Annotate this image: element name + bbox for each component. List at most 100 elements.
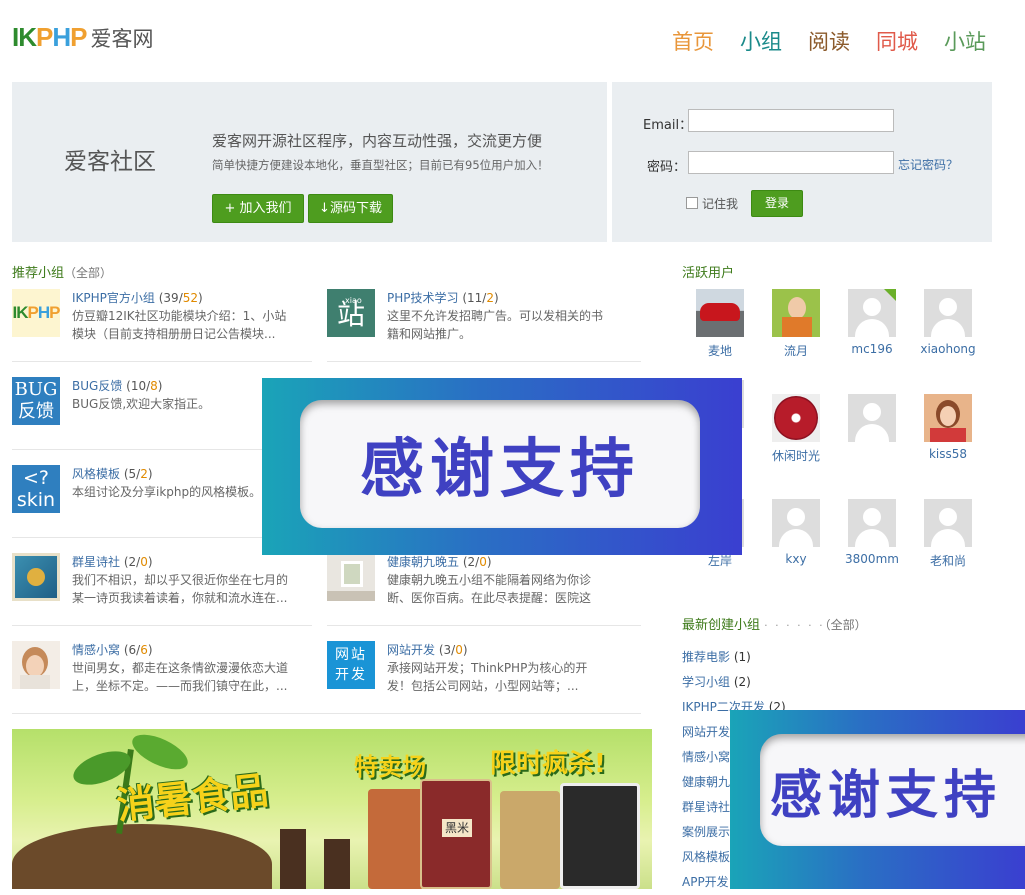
group-name[interactable]: BUG反馈 <box>72 379 122 393</box>
user-name[interactable]: 老和尚 <box>910 552 986 569</box>
group-name[interactable]: 群星诗社 <box>72 555 120 569</box>
group-title: 群星诗社 (2/0) <box>72 555 153 569</box>
user-name[interactable]: 麦地 <box>682 342 758 359</box>
user-name[interactable]: 3800mm <box>834 552 910 566</box>
user-card[interactable]: 休闲时光 <box>758 394 834 464</box>
nav-home[interactable]: 首页 <box>672 26 714 56</box>
group-title: 情感小窝 (6/6) <box>72 643 153 657</box>
thanks-overlay-partial[interactable]: 感谢支持 <box>730 710 1025 889</box>
nav-site[interactable]: 小站 <box>944 26 986 56</box>
download-button[interactable]: ↓源码下载 <box>308 194 393 223</box>
logo-text: 爱客网 <box>90 27 154 51</box>
group-new-count: 0 <box>140 555 148 569</box>
group-card[interactable]: 网站 开发 网站开发 (3/0) 承接网站开发；ThinkPHP为核心的开发！包括… <box>327 641 643 729</box>
login-button[interactable]: 登录 <box>751 190 803 217</box>
group-count: 2 <box>467 555 476 569</box>
thanks-overlay[interactable]: 感谢支持 <box>262 378 742 555</box>
user-card[interactable]: 麦地 <box>682 289 758 359</box>
promo-banner[interactable]: 消暑食品 特卖场 限时疯杀! 黑米 <box>12 729 652 889</box>
group-description: 世间男女，都走在这条情欲漫漫依恋大道上，坐标不定。——而我们镇守在此，... <box>72 661 289 693</box>
group-count: 39 <box>163 291 179 305</box>
logo-letter: P <box>70 22 87 52</box>
default-avatar <box>848 289 896 337</box>
list-item[interactable]: 学习小组 (2) <box>682 670 786 695</box>
group-link[interactable]: 风格模板 <box>682 850 730 864</box>
group-name[interactable]: 风格模板 <box>72 467 120 481</box>
password-field[interactable] <box>688 151 894 174</box>
list-item[interactable]: 推荐电影 (1) <box>682 645 786 670</box>
remember-checkbox[interactable] <box>686 197 698 209</box>
group-new-count: 0 <box>479 555 487 569</box>
group-count: 10 <box>130 379 147 393</box>
user-card[interactable]: kiss58 <box>910 394 986 461</box>
group-title: 风格模板 (5/2) <box>72 467 153 481</box>
group-name[interactable]: 网站开发 <box>387 643 435 657</box>
group-count: 2 <box>128 555 137 569</box>
group-link[interactable]: 学习小组 <box>682 675 730 689</box>
group-link[interactable]: 推荐电影 <box>682 650 730 664</box>
group-card[interactable]: IKPHP IKPHP官方小组 (39/52) 仿豆瓣12IK社区功能模块介绍：… <box>12 289 328 377</box>
logo-letter: H <box>52 22 71 52</box>
user-card[interactable]: mc196 <box>834 289 910 356</box>
user-card[interactable]: 流月 <box>758 289 834 359</box>
group-link[interactable]: 情感小窝 <box>682 750 730 764</box>
nav-groups[interactable]: 小组 <box>740 26 782 56</box>
email-label: Email： <box>643 118 693 133</box>
group-name[interactable]: IKPHP官方小组 <box>72 291 155 305</box>
nav-reading[interactable]: 阅读 <box>808 26 850 56</box>
user-card[interactable]: 老和尚 <box>910 499 986 569</box>
group-count: (2) <box>733 675 751 689</box>
group-link[interactable]: 健康朝九 <box>682 775 730 789</box>
nav-city[interactable]: 同城 <box>876 26 918 56</box>
user-name[interactable]: kxy <box>758 552 834 566</box>
group-link[interactable]: 网站开发 <box>682 725 730 739</box>
group-new-count: 52 <box>182 291 199 305</box>
group-link[interactable]: APP开发 <box>682 875 729 889</box>
join-button[interactable]: + 加入我们 <box>212 194 304 223</box>
food-bag <box>560 783 640 889</box>
web-dev-icon: 网站 开发 <box>327 641 375 689</box>
hero-description: 简单快捷方便建设本地化，垂直型社区；目前已有95位用户加入！ <box>212 158 549 172</box>
group-card[interactable]: 群星诗社 (2/0) 我们不相识，却以乎又很近你坐在七月的某一诗页我读着读着，你… <box>12 553 328 641</box>
new-groups-all-link[interactable]: （全部） <box>825 618 867 632</box>
group-new-count: 6 <box>140 643 148 657</box>
girl-avatar <box>924 394 972 442</box>
user-card[interactable] <box>834 394 910 447</box>
group-title: PHP技术学习 (11/2) <box>387 291 499 305</box>
group-card[interactable]: 健康朝九晚五 (2/0) 健康朝九晚五小组不能隔着网络为你诊断、医你百病。在此尽… <box>327 553 643 641</box>
group-card[interactable]: 情感小窝 (6/6) 世间男女，都走在这条情欲漫漫依恋大道上，坐标不定。——而我… <box>12 641 328 729</box>
site-logo[interactable]: IKPHP 爱客网 <box>12 22 153 53</box>
group-card[interactable]: 站 xiao PHP技术学习 (11/2) 这里不允许发招聘广告。可以发相关的书籍… <box>327 289 643 377</box>
group-name[interactable]: PHP技术学习 <box>387 291 459 305</box>
divider <box>327 361 641 362</box>
new-groups-label: 最新创建小组 <box>682 618 761 633</box>
divider <box>12 361 312 362</box>
group-link[interactable]: 群星诗社 <box>682 800 730 814</box>
user-name[interactable]: 休闲时光 <box>758 447 834 464</box>
poetry-book-icon <box>12 553 60 601</box>
group-name[interactable]: 情感小窝 <box>72 643 120 657</box>
group-title: BUG反馈 (10/8) <box>72 379 163 393</box>
user-name[interactable]: mc196 <box>834 342 910 356</box>
default-avatar <box>772 499 820 547</box>
user-name[interactable]: 流月 <box>758 342 834 359</box>
user-name[interactable]: xiaohong <box>910 342 986 356</box>
group-link[interactable]: 案例展示 <box>682 825 730 839</box>
forgot-password-link[interactable]: 忘记密码？ <box>898 156 958 173</box>
user-name[interactable]: kiss58 <box>910 447 986 461</box>
thanks-text-partial: 感谢支持 <box>760 734 1025 846</box>
groups-section-title: 推荐小组（全部） <box>12 262 112 281</box>
banner-post <box>280 829 306 889</box>
user-card[interactable]: xiaohong <box>910 289 986 356</box>
groups-all-link[interactable]: （全部） <box>64 266 112 280</box>
user-card[interactable]: 3800mm <box>834 499 910 566</box>
user-card[interactable]: kxy <box>758 499 834 566</box>
new-groups-title: 最新创建小组 · · · · · ·（全部） <box>682 614 867 633</box>
group-title: IKPHP官方小组 (39/52) <box>72 291 203 305</box>
group-title: 网站开发 (3/0) <box>387 643 468 657</box>
banner-slogan: 限时疯杀! <box>490 749 606 779</box>
group-name[interactable]: 健康朝九晚五 <box>387 555 459 569</box>
email-field[interactable] <box>688 109 894 132</box>
group-description: 本组讨论及分享ikphp的风格模板。 <box>72 485 262 499</box>
bug-feedback-icon: BUG 反馈 <box>12 377 60 425</box>
